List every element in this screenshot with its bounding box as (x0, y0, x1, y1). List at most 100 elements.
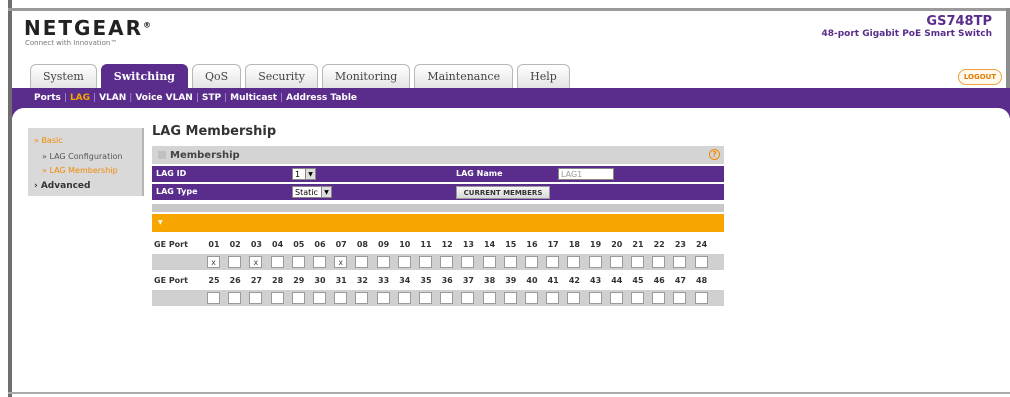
port-checkbox-30[interactable] (313, 292, 326, 304)
port-checkbox-05[interactable] (291, 256, 305, 268)
port-checkbox-06[interactable] (313, 256, 326, 268)
lag-type-select[interactable]: Static ▼ (292, 186, 332, 198)
lag-name-label: LAG Name (456, 169, 503, 178)
port-checkbox-22[interactable] (652, 256, 666, 268)
port-number-25: 25 (208, 276, 220, 285)
port-checkbox-33[interactable] (376, 292, 390, 304)
port-checkbox-39[interactable] (503, 292, 517, 304)
port-checkbox-07[interactable]: x (334, 256, 348, 268)
port-checkbox-47[interactable] (673, 292, 687, 304)
port-checkbox-08[interactable] (355, 256, 369, 268)
port-checkbox-31[interactable] (334, 292, 348, 304)
subnav-lag[interactable]: LAG (70, 93, 90, 103)
lag-id-select[interactable]: 1 ▼ (292, 168, 316, 180)
port-number-30: 30 (314, 276, 326, 285)
port-labels-row-1: GE Port 01 02 03 04 05 06 07 08 09 10 11 12 13 14 15 16… (152, 240, 724, 252)
port-checkbox-38[interactable] (482, 292, 496, 304)
divider-strip (152, 204, 724, 212)
lag-id-row: LAG ID 1 ▼ LAG Name LAG1 (152, 166, 724, 182)
port-checkbox-14[interactable] (482, 256, 496, 268)
port-checkbox-10[interactable] (397, 256, 411, 268)
port-checkbox-15[interactable] (503, 256, 517, 268)
lag-name-input[interactable]: LAG1 (558, 168, 614, 180)
model-info: GS748TP 48-port Gigabit PoE Smart Switch (821, 14, 992, 39)
port-checkbox-01[interactable]: x (207, 256, 220, 268)
tab-security[interactable]: Security (245, 64, 318, 88)
tab-monitoring[interactable]: Monitoring (321, 64, 411, 88)
subnav-ports[interactable]: Ports (34, 93, 61, 103)
port-number-03: 03 (250, 240, 262, 249)
port-checkbox-12[interactable] (440, 256, 454, 268)
port-number-28: 28 (272, 276, 284, 285)
port-checkbox-21[interactable] (631, 256, 644, 268)
sidebar: » Basic » LAG Configuration » LAG Member… (28, 128, 144, 196)
sidebar-advanced[interactable]: › Advanced (34, 181, 90, 191)
tab-maintenance[interactable]: Maintenance (414, 64, 514, 88)
port-checkbox-20[interactable] (609, 256, 623, 268)
port-checkbox-37[interactable] (461, 292, 475, 304)
port-checkbox-25[interactable] (207, 292, 220, 304)
port-checkbox-41[interactable] (546, 292, 560, 304)
port-checkbox-03[interactable]: x (249, 256, 263, 268)
model-description: 48-port Gigabit PoE Smart Switch (821, 29, 992, 39)
subnav-stp[interactable]: STP (202, 93, 221, 103)
port-checkbox-29[interactable] (291, 292, 305, 304)
port-checkbox-36[interactable] (440, 292, 454, 304)
port-number-14: 14 (484, 240, 496, 249)
port-checkbox-35[interactable] (419, 292, 432, 304)
port-checkbox-43[interactable] (588, 292, 602, 304)
port-number-06: 06 (314, 240, 326, 249)
port-number-02: 02 (229, 240, 241, 249)
port-checkbox-19[interactable] (588, 256, 602, 268)
port-checkbox-45[interactable] (631, 292, 644, 304)
port-checkbox-24[interactable] (694, 256, 708, 268)
port-checkbox-28[interactable] (270, 292, 284, 304)
netgear-logo: NETGEAR® (24, 16, 151, 40)
collapse-icon[interactable] (158, 151, 166, 159)
port-number-27: 27 (250, 276, 262, 285)
port-checkbox-18[interactable] (567, 256, 581, 268)
subnav-multicast[interactable]: Multicast (230, 93, 277, 103)
sidebar-item-lag-configuration[interactable]: » LAG Configuration (42, 152, 122, 161)
port-number-37: 37 (462, 276, 474, 285)
port-checkbox-27[interactable] (249, 292, 263, 304)
port-number-20: 20 (611, 240, 623, 249)
subnav-voice-vlan[interactable]: Voice VLAN (135, 93, 193, 103)
expand-caret-icon[interactable]: ▼ (158, 219, 163, 226)
tab-qos[interactable]: QoS (192, 64, 242, 88)
tab-system[interactable]: System (30, 64, 97, 88)
port-number-01: 01 (208, 240, 220, 249)
port-checkbox-16[interactable] (525, 256, 538, 268)
logout-button[interactable]: LOGOUT (958, 69, 1002, 85)
port-checkbox-04[interactable] (270, 256, 284, 268)
port-number-45: 45 (632, 276, 644, 285)
port-checkbox-34[interactable] (397, 292, 411, 304)
port-checkbox-42[interactable] (567, 292, 581, 304)
sidebar-basic[interactable]: » Basic (34, 136, 63, 145)
port-checkbox-13[interactable] (461, 256, 475, 268)
port-checkbox-48[interactable] (694, 292, 708, 304)
subnav-address-table[interactable]: Address Table (286, 93, 357, 103)
port-checkbox-17[interactable] (546, 256, 560, 268)
port-number-10: 10 (399, 240, 411, 249)
subnav-vlan[interactable]: VLAN (99, 93, 126, 103)
sidebar-item-lag-membership[interactable]: » LAG Membership (42, 166, 118, 175)
port-checkbox-23[interactable] (673, 256, 687, 268)
port-checkbox-02[interactable] (228, 256, 242, 268)
port-checkbox-row-2 (152, 290, 724, 306)
current-members-button[interactable]: CURRENT MEMBERS (456, 186, 550, 199)
chevron-down-icon: ▼ (321, 187, 331, 197)
panel-title: Membership (170, 149, 240, 161)
port-checkbox-46[interactable] (652, 292, 666, 304)
port-number-08: 08 (356, 240, 368, 249)
port-checkbox-26[interactable] (228, 292, 242, 304)
tab-help[interactable]: Help (517, 64, 570, 88)
port-checkbox-09[interactable] (376, 256, 390, 268)
port-checkbox-40[interactable] (525, 292, 538, 304)
port-checkbox-44[interactable] (609, 292, 623, 304)
port-checkbox-32[interactable] (355, 292, 369, 304)
tab-switching[interactable]: Switching (100, 64, 189, 88)
help-icon[interactable]: ? (709, 149, 720, 160)
port-number-09: 09 (378, 240, 390, 249)
port-checkbox-11[interactable] (419, 256, 432, 268)
